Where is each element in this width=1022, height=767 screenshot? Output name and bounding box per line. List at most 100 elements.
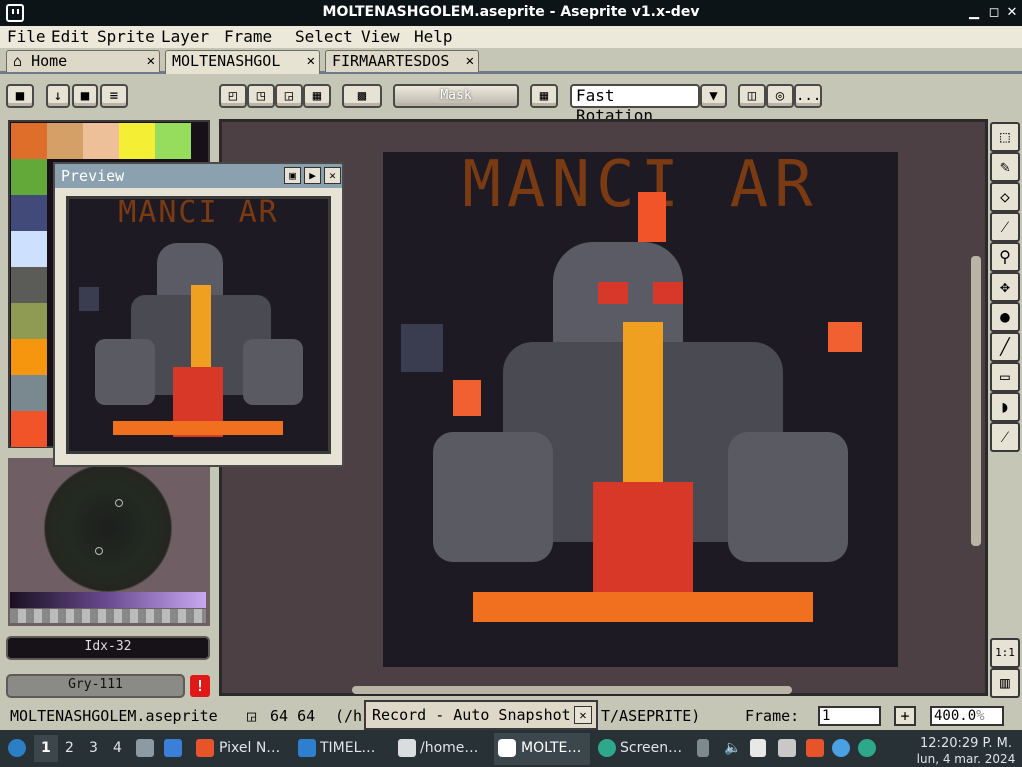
- marquee-tool[interactable]: ⬚: [990, 122, 1020, 152]
- close-tab-icon[interactable]: ✕: [147, 51, 155, 71]
- notification-icon[interactable]: [832, 739, 850, 757]
- clipboard-icon[interactable]: [750, 739, 766, 757]
- blur-tool[interactable]: ⁄: [990, 422, 1020, 452]
- menu-help[interactable]: Help: [414, 26, 453, 48]
- preview-expand-icon[interactable]: ▣: [284, 167, 301, 184]
- menu-layer[interactable]: Layer: [161, 26, 209, 48]
- workspace-4[interactable]: 4: [113, 740, 122, 756]
- selection-add-button[interactable]: ◳: [247, 84, 275, 108]
- preview-play-icon[interactable]: ▶: [304, 167, 321, 184]
- add-frame-button[interactable]: +: [894, 706, 916, 726]
- palette-swatch[interactable]: [11, 303, 47, 339]
- palette-swatch[interactable]: [11, 195, 47, 231]
- vertical-scrollbar[interactable]: [971, 256, 981, 546]
- screenshot-tray-icon[interactable]: [858, 739, 876, 757]
- brave-browser-icon[interactable]: [196, 739, 214, 757]
- frame-input[interactable]: 1: [818, 706, 881, 726]
- folder-app-icon[interactable]: [298, 739, 316, 757]
- workspace-3[interactable]: 3: [89, 740, 98, 756]
- tab-moltenashgolem[interactable]: MOLTENASHGOL ✕: [165, 50, 320, 74]
- rotation-dropdown-button[interactable]: ▼: [700, 84, 727, 108]
- mask-color-button[interactable]: Mask: [393, 84, 519, 108]
- palette-swatch[interactable]: [11, 267, 47, 303]
- fill-tool[interactable]: ●: [990, 302, 1020, 332]
- snap-button[interactable]: ◫: [738, 84, 766, 108]
- transparent-color-button[interactable]: ▩: [342, 84, 382, 108]
- palette-swatch[interactable]: [119, 123, 155, 159]
- selection-subtract-button[interactable]: ◲: [275, 84, 303, 108]
- aseprite-taskbar-icon[interactable]: [498, 739, 516, 757]
- taskbar-app-home[interactable]: /home…: [420, 740, 478, 756]
- hue-slider[interactable]: [10, 592, 206, 608]
- palette-swatch[interactable]: [11, 339, 47, 375]
- color-wheel[interactable]: [44, 464, 172, 592]
- files-icon[interactable]: [136, 739, 154, 757]
- minimize-button[interactable]: ▁: [964, 3, 984, 23]
- palette-swatch[interactable]: [11, 375, 47, 411]
- tab-firmaartesdos[interactable]: FIRMAARTESDOS ✕: [325, 50, 479, 72]
- battery-icon[interactable]: [697, 739, 709, 757]
- palette-swatch[interactable]: [47, 123, 83, 159]
- move-tool[interactable]: ✥: [990, 272, 1020, 302]
- zoom-input[interactable]: 400.0%: [930, 706, 1004, 726]
- palette-swatch[interactable]: [11, 123, 47, 159]
- maximize-button[interactable]: ◻: [984, 3, 1004, 23]
- timeline-button[interactable]: ▥: [990, 668, 1020, 698]
- pivot-button[interactable]: ▦: [530, 84, 558, 108]
- pencil-tool[interactable]: ✎: [990, 152, 1020, 182]
- tab-home[interactable]: ⌂ Home ✕: [6, 50, 160, 72]
- color-index-field[interactable]: Idx-32: [6, 636, 210, 660]
- taskbar-app-aseprite[interactable]: MOLTE…: [521, 740, 581, 756]
- menu-file[interactable]: File: [7, 26, 46, 48]
- alpha-slider[interactable]: [10, 609, 206, 623]
- pixel-perfect-button[interactable]: ◎: [766, 84, 794, 108]
- close-tab-icon[interactable]: ✕: [466, 51, 474, 71]
- screenshot-icon[interactable]: [598, 739, 616, 757]
- taskbar-app-pixel[interactable]: Pixel N…: [219, 740, 280, 756]
- menu-list-button[interactable]: ≡: [100, 84, 128, 108]
- more-options-button[interactable]: ...: [794, 84, 822, 108]
- menu-frame[interactable]: Frame: [224, 26, 272, 48]
- brave-tray-icon[interactable]: [806, 739, 824, 757]
- menu-edit[interactable]: Edit: [51, 26, 90, 48]
- palette-swatch[interactable]: [11, 231, 47, 267]
- record-close-icon[interactable]: ✕: [574, 706, 592, 724]
- palette-swatch[interactable]: [11, 411, 47, 447]
- start-menu-icon[interactable]: [8, 739, 26, 757]
- lock-button[interactable]: ■: [6, 84, 34, 108]
- eyedropper-tool[interactable]: ⁄: [990, 212, 1020, 242]
- sprite-canvas[interactable]: MANCI AR: [383, 148, 898, 667]
- down-arrow-button[interactable]: ↓: [46, 84, 70, 108]
- warning-button[interactable]: !: [190, 675, 210, 697]
- close-tab-icon[interactable]: ✕: [307, 51, 315, 71]
- actual-size-button[interactable]: 1:1: [990, 638, 1020, 668]
- color-grey-field[interactable]: Gry-111: [6, 674, 185, 698]
- workspace-2[interactable]: 2: [65, 740, 74, 756]
- close-window-button[interactable]: ✕: [1002, 3, 1022, 23]
- selection-intersect-button[interactable]: ▦: [303, 84, 331, 108]
- volume-icon[interactable]: 🔈: [724, 740, 741, 756]
- taskbar-app-timeline[interactable]: TIMEL…: [320, 740, 375, 756]
- workspace-1[interactable]: 1: [41, 740, 51, 756]
- picker-handle[interactable]: [115, 499, 123, 507]
- preview-title-bar[interactable]: Preview ▣ ▶ ✕: [55, 164, 342, 188]
- selection-replace-button[interactable]: ◰: [219, 84, 247, 108]
- taskbar-app-screenshot[interactable]: Screen…: [620, 740, 682, 756]
- stop-button[interactable]: ■: [72, 84, 98, 108]
- menu-view[interactable]: View: [361, 26, 400, 48]
- zoom-tool[interactable]: ⚲: [990, 242, 1020, 272]
- contour-tool[interactable]: ◗: [990, 392, 1020, 422]
- line-tool[interactable]: ╱: [990, 332, 1020, 362]
- preview-viewport[interactable]: MANCI AR: [66, 195, 331, 454]
- palette-swatch[interactable]: [155, 123, 191, 159]
- palette-swatch[interactable]: [11, 159, 47, 195]
- palette-swatch[interactable]: [83, 123, 119, 159]
- eraser-tool[interactable]: ◇: [990, 182, 1020, 212]
- network-icon[interactable]: [778, 739, 796, 757]
- menu-select[interactable]: Select: [295, 26, 353, 48]
- preview-close-icon[interactable]: ✕: [324, 167, 341, 184]
- picker-handle[interactable]: [95, 547, 103, 555]
- horizontal-scrollbar[interactable]: [352, 686, 792, 694]
- folder-icon[interactable]: [164, 739, 182, 757]
- menu-sprite[interactable]: Sprite: [97, 26, 155, 48]
